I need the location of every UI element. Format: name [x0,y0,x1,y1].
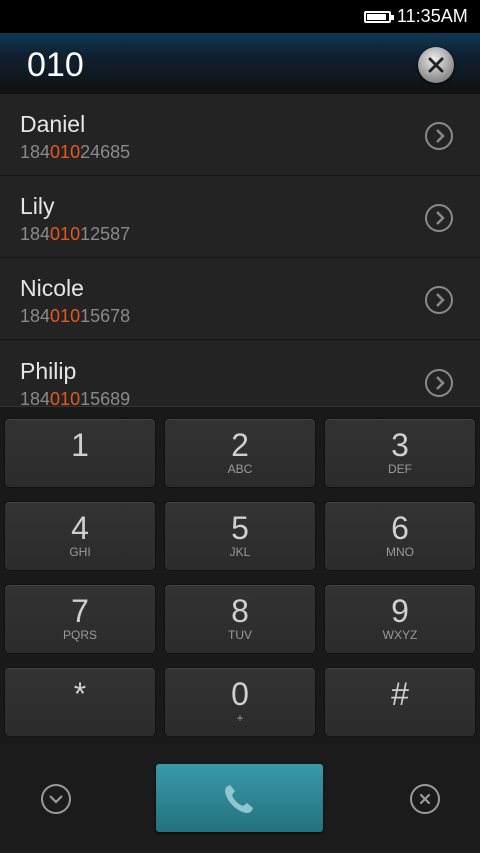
contact-detail-button[interactable] [425,369,453,397]
key-6[interactable]: 6 MNO [324,501,476,571]
number-suffix: 15689 [80,389,131,406]
key-digit: 9 [391,593,409,629]
key-digit: 0 [231,676,249,712]
key-4[interactable]: 4 GHI [4,501,156,571]
contact-detail-button[interactable] [425,122,453,150]
contact-number: 18401015678 [20,306,130,327]
contact-name: Daniel [20,111,86,137]
contact-detail-button[interactable] [425,204,453,232]
contact-row[interactable]: Lily 18401012587 [0,176,480,258]
number-match: 010 [50,306,81,326]
number-suffix: 24685 [80,142,131,162]
backspace-icon [419,793,431,805]
key-letters: JKL [229,545,251,559]
key-0[interactable]: 0 + [164,667,316,737]
contact-row[interactable]: Daniel 18401024685 [0,94,480,176]
dial-keypad: 1 2 ABC 3 DEF 4 GHI 5 JKL 6 MNO 7 PQRS 8 TUV 9W… [0,406,480,745]
key-digit: 6 [391,510,409,546]
contact-name: Philip [20,358,77,384]
key-9[interactable]: 9 WXYZ [324,584,476,654]
key-letters: ABC [227,462,253,476]
key-digit: 7 [71,593,89,629]
number-prefix: 184 [20,224,51,244]
dialer-action-bar [0,744,480,853]
number-prefix: 184 [20,389,51,406]
key-digit: 8 [231,593,249,629]
key-digit: 5 [231,510,249,546]
chevron-right-icon [436,293,445,307]
contact-number: 18401012587 [20,224,130,245]
key-letters: PQRS [62,628,97,642]
key-2[interactable]: 2 ABC [164,418,316,488]
contact-detail-button[interactable] [425,286,453,314]
delete-digit-button[interactable] [410,784,440,814]
key-letters: TUV [228,628,252,642]
key-1[interactable]: 1 [4,418,156,488]
key-8[interactable]: 8 TUV [164,584,316,654]
key-letters: GHI [69,545,91,559]
call-button[interactable] [156,764,323,832]
status-time: 11:35AM [397,6,468,26]
key-letters: WXYZ [382,628,418,642]
dialed-number[interactable]: 010 [27,46,84,85]
contact-name: Lily [20,193,55,219]
number-prefix: 184 [20,142,51,162]
key-digit: 4 [71,510,89,546]
contact-suggestions-list: Daniel 18401024685 Lily 18401012587 Nico… [0,94,480,406]
number-prefix: 184 [20,306,51,326]
key-3[interactable]: 3 DEF [324,418,476,488]
key-star[interactable]: * [4,667,156,737]
dialer-header: 010 [0,33,480,94]
key-letters: + [236,711,244,725]
number-match: 010 [50,224,81,244]
key-letters: DEF [388,462,412,476]
key-digit: * [73,676,87,712]
hide-keypad-button[interactable] [41,784,71,814]
key-5[interactable]: 5 JKL [164,501,316,571]
close-icon [428,57,444,73]
status-bar: 11:35AM [0,0,480,33]
number-match: 010 [50,389,81,406]
chevron-right-icon [436,211,445,225]
chevron-right-icon [436,129,445,143]
key-pound[interactable]: # [324,667,476,737]
contact-name: Nicole [20,275,84,301]
contact-row[interactable]: Philip 18401015689 [0,341,480,406]
key-digit: # [391,676,409,712]
battery-icon [364,11,394,23]
phone-icon [225,785,253,813]
key-letters: MNO [386,545,414,559]
number-suffix: 12587 [80,224,131,244]
key-digit: 1 [71,427,89,463]
chevron-down-icon [49,795,63,804]
key-digit: 2 [231,427,249,463]
contact-number: 18401024685 [20,142,130,163]
number-match: 010 [50,142,81,162]
chevron-right-icon [436,376,445,390]
contact-number: 18401015689 [20,389,130,406]
contact-row[interactable]: Nicole 18401015678 [0,258,480,340]
key-digit: 3 [391,427,409,463]
clear-number-button[interactable] [418,47,454,83]
key-7[interactable]: 7 PQRS [4,584,156,654]
number-suffix: 15678 [80,306,131,326]
